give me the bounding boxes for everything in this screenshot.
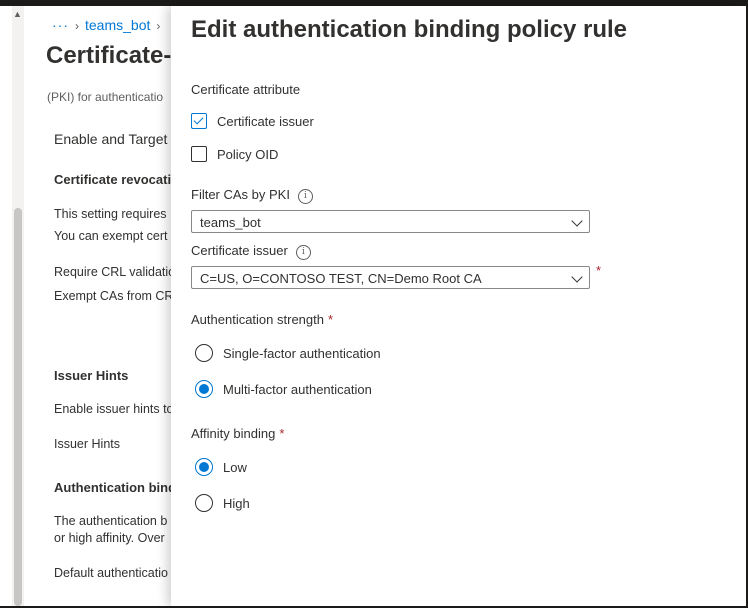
- affinity-binding-label: Affinity binding *: [191, 426, 284, 441]
- certificate-issuer-value: C=US, O=CONTOSO TEST, CN=Demo Root CA: [200, 271, 482, 286]
- page-description: (PKI) for authenticatio: [47, 90, 164, 104]
- scrollbar-thumb[interactable]: [14, 208, 22, 606]
- background-blade: ▲ ··· › teams_bot › Certificate- (PKI) for …: [0, 6, 171, 606]
- affinity-low-option[interactable]: Low: [195, 458, 247, 476]
- affinity-low-radio-label[interactable]: Low: [223, 460, 247, 475]
- affinity-high-radio-label[interactable]: High: [223, 496, 250, 511]
- required-asterisk: *: [596, 263, 602, 278]
- issuer-hints-label: Issuer Hints: [54, 437, 120, 451]
- auth-binding-heading: Authentication bind: [54, 480, 171, 495]
- single-factor-radio[interactable]: [195, 344, 213, 362]
- breadcrumb: ··· › teams_bot ›: [52, 17, 166, 33]
- certificate-issuer-label-text: Certificate issuer: [191, 243, 288, 258]
- affinity-high-radio[interactable]: [195, 494, 213, 512]
- filter-cas-value: teams_bot: [200, 215, 261, 230]
- page-title: Certificate-: [46, 42, 171, 69]
- auth-binding-desc-line2: or high affinity. Over: [54, 531, 165, 545]
- policy-oid-checkbox-row[interactable]: Policy OID: [191, 145, 278, 163]
- certificate-issuer-dropdown[interactable]: C=US, O=CONTOSO TEST, CN=Demo Root CA: [191, 266, 590, 289]
- info-icon[interactable]: i: [297, 189, 313, 204]
- auth-binding-desc-line1: The authentication b: [54, 514, 168, 528]
- enable-issuer-hints-label: Enable issuer hints to: [54, 402, 171, 416]
- default-auth-label: Default authenticatio: [54, 566, 168, 580]
- filter-cas-dropdown[interactable]: teams_bot: [191, 210, 590, 233]
- chevron-right-icon: ›: [156, 19, 161, 33]
- single-factor-radio-label[interactable]: Single-factor authentication: [223, 346, 381, 361]
- certificate-issuer-checkbox-row[interactable]: Certificate issuer: [191, 112, 314, 130]
- issuer-hints-heading: Issuer Hints: [54, 368, 129, 383]
- affinity-low-radio[interactable]: [195, 458, 213, 476]
- auth-strength-label: Authentication strength *: [191, 312, 333, 327]
- scroll-up-arrow-icon[interactable]: ▲: [13, 9, 22, 19]
- affinity-binding-label-text: Affinity binding: [191, 426, 276, 441]
- filter-cas-label: Filter CAs by PKI i: [191, 187, 313, 204]
- multi-factor-radio[interactable]: [195, 380, 213, 398]
- enable-target-tab[interactable]: Enable and Target: [54, 131, 167, 147]
- chevron-down-icon: [571, 271, 583, 283]
- certificate-issuer-checkbox-label[interactable]: Certificate issuer: [217, 114, 314, 129]
- certificate-issuer-label: Certificate issuer i: [191, 243, 311, 260]
- affinity-high-option[interactable]: High: [195, 494, 250, 512]
- edit-rule-panel: Edit authentication binding policy rule …: [171, 6, 746, 606]
- multi-factor-option[interactable]: Multi-factor authentication: [195, 380, 372, 398]
- panel-title: Edit authentication binding policy rule: [191, 16, 628, 43]
- require-crl-label: Require CRL validatio: [54, 265, 171, 279]
- certificate-issuer-checkbox[interactable]: [191, 113, 207, 129]
- crl-description-line2: You can exempt cert: [54, 229, 168, 243]
- crl-description-line1: This setting requires: [54, 207, 167, 221]
- breadcrumb-ellipsis[interactable]: ···: [52, 17, 69, 33]
- multi-factor-radio-label[interactable]: Multi-factor authentication: [223, 382, 372, 397]
- filter-cas-label-text: Filter CAs by PKI: [191, 187, 290, 202]
- certificate-attribute-label: Certificate attribute: [191, 82, 301, 97]
- crl-section-heading: Certificate revocatio: [54, 172, 171, 187]
- chevron-right-icon: ›: [75, 19, 79, 33]
- policy-oid-checkbox-label[interactable]: Policy OID: [217, 147, 278, 162]
- chevron-down-icon: [571, 215, 583, 227]
- exempt-cas-label: Exempt CAs from CR: [54, 289, 171, 303]
- required-asterisk: *: [327, 312, 334, 327]
- single-factor-option[interactable]: Single-factor authentication: [195, 344, 381, 362]
- auth-strength-label-text: Authentication strength: [191, 312, 324, 327]
- policy-oid-checkbox[interactable]: [191, 146, 207, 162]
- info-icon[interactable]: i: [295, 245, 311, 260]
- breadcrumb-item-teams-bot[interactable]: teams_bot: [85, 17, 150, 33]
- required-asterisk: *: [279, 426, 285, 441]
